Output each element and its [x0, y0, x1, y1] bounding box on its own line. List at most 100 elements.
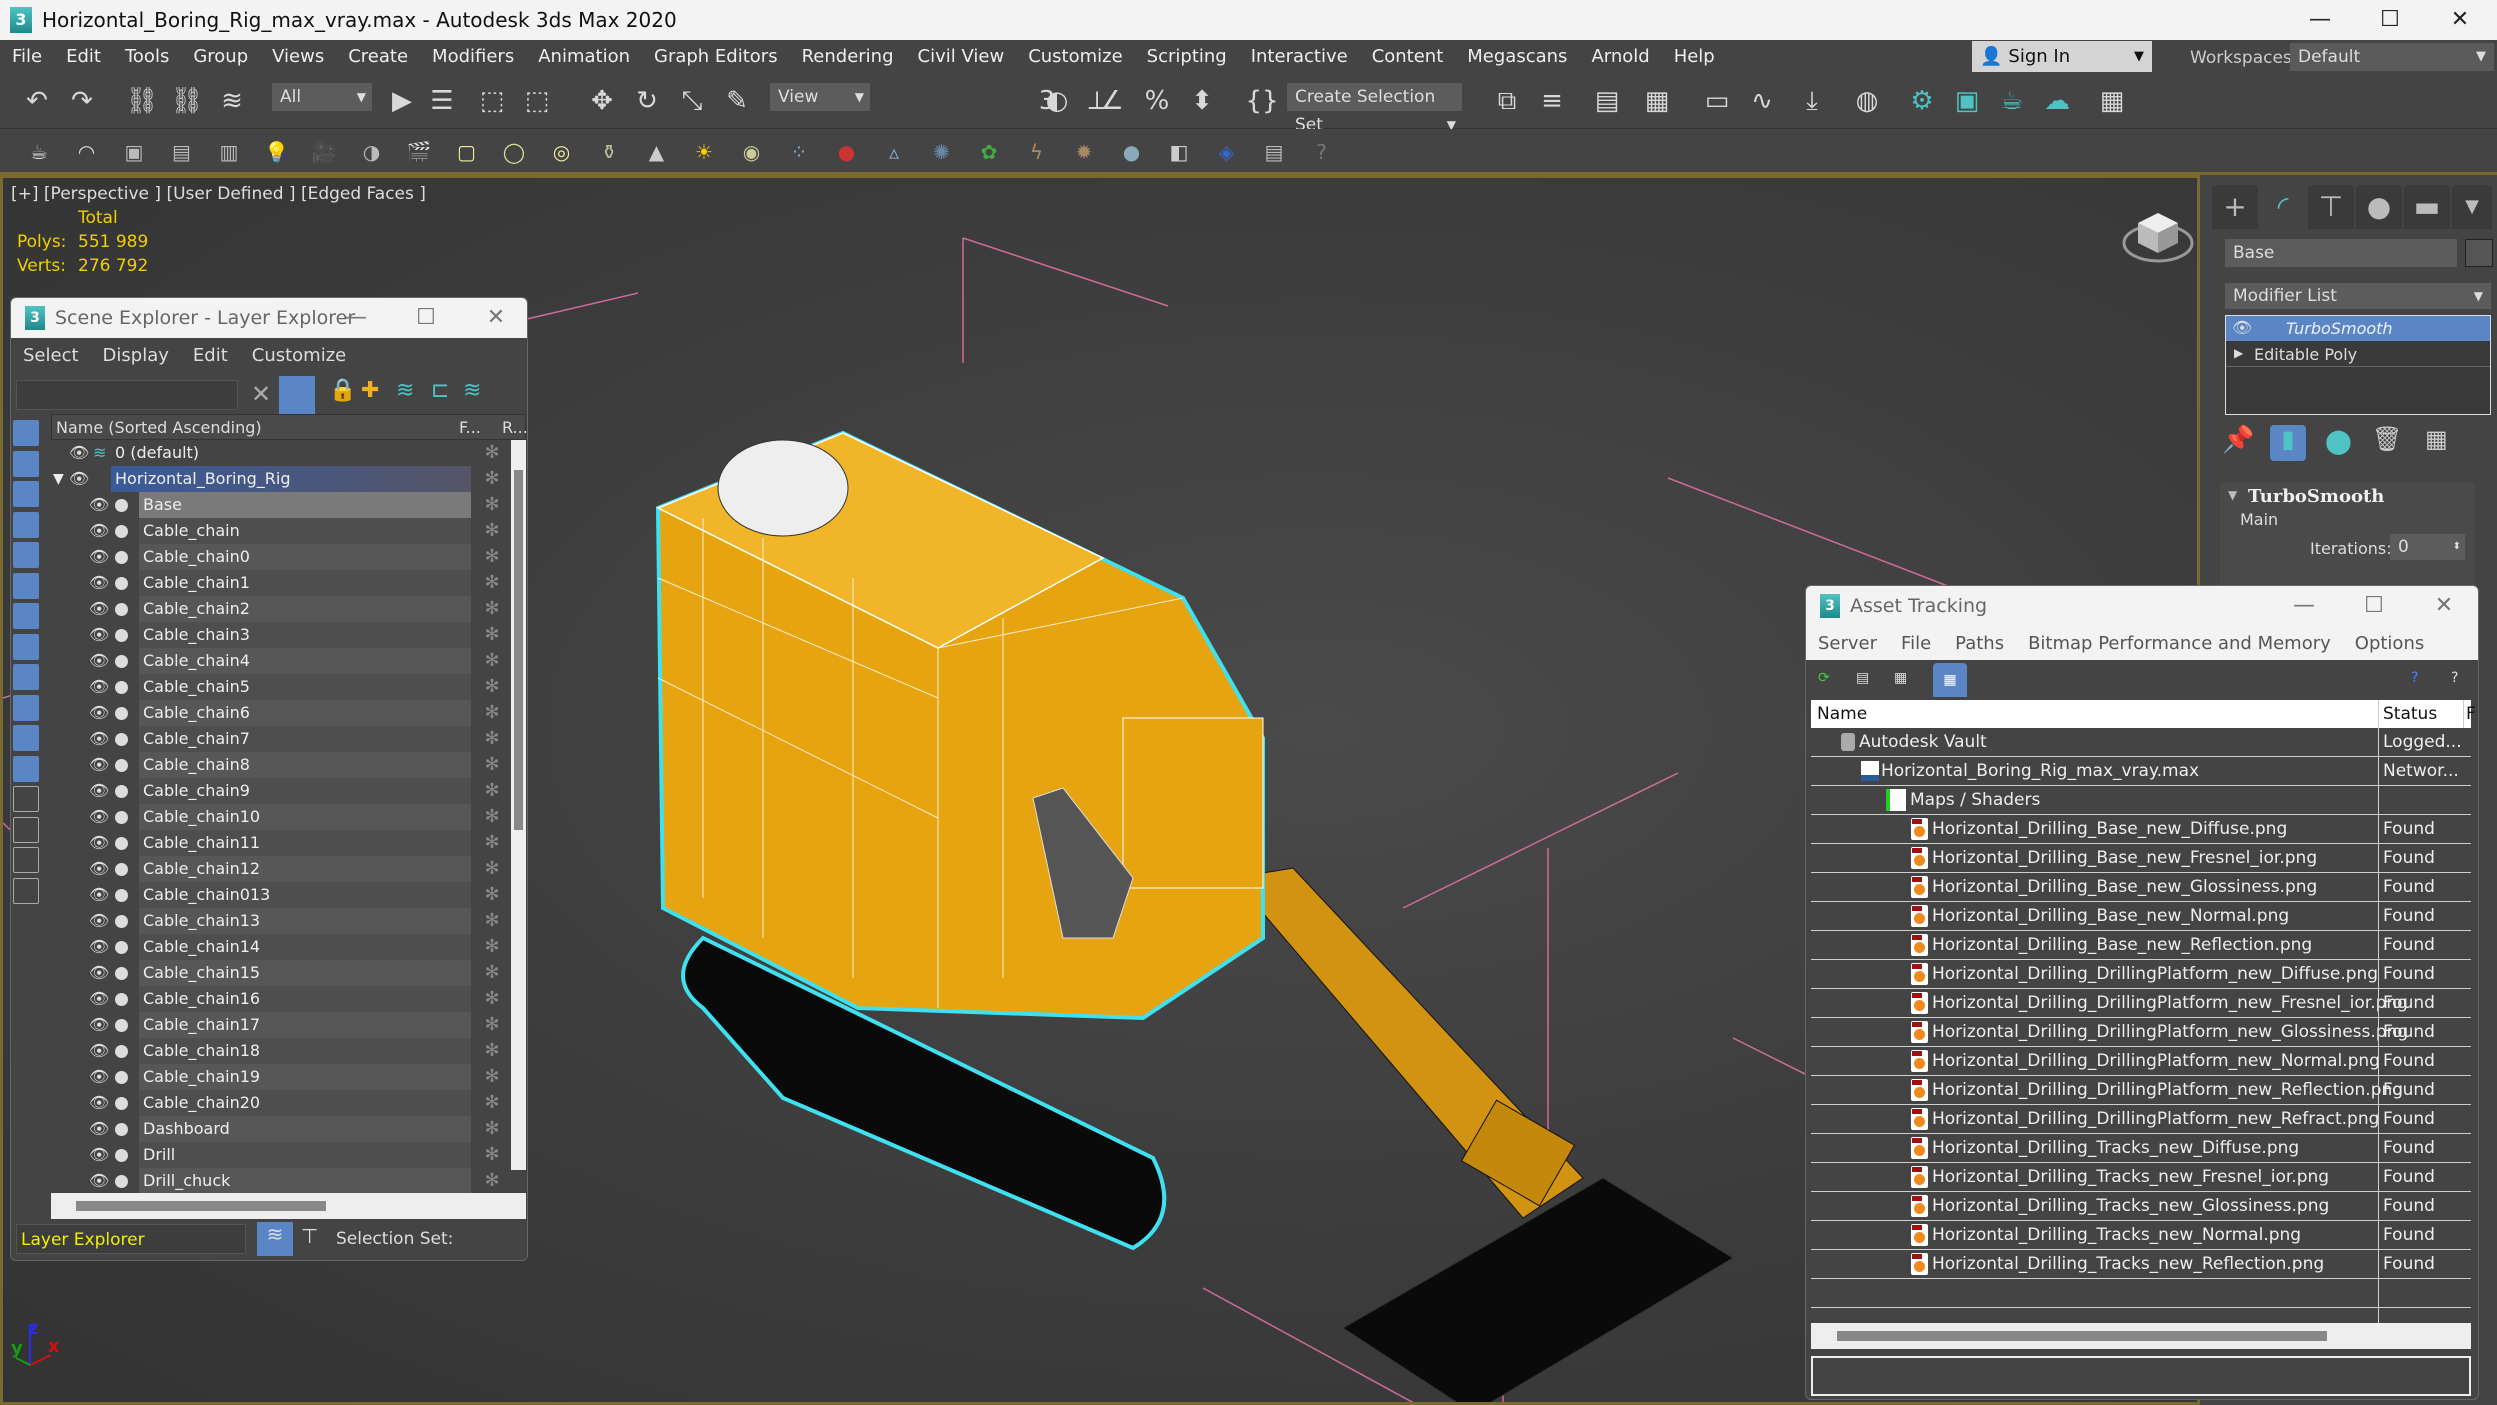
menu-civil-view[interactable]: Civil View [906, 46, 1017, 67]
angle-snap-icon[interactable]: ∠ [1095, 84, 1129, 118]
freeze-icon[interactable]: ✻ [479, 882, 505, 908]
asset-row[interactable]: Horizontal_Drilling_Base_new_Reflection.… [1811, 931, 2471, 960]
eye-icon[interactable]: 👁 [89, 934, 109, 960]
particles-icon[interactable]: ⁘ [782, 135, 816, 169]
cone-light-icon[interactable]: ▲ [640, 135, 674, 169]
window-crossing-icon[interactable]: ⬚ [520, 84, 554, 118]
se-menu-display[interactable]: Display [91, 345, 181, 366]
stack-item-turbosmooth[interactable]: 👁 TurboSmooth [2226, 316, 2490, 341]
tree-icon[interactable]: ▵ [877, 135, 911, 169]
object-row[interactable]: 👁 Cable_chain2 ✻ [51, 596, 511, 622]
menu-content[interactable]: Content [1360, 46, 1456, 67]
asset-row[interactable]: Horizontal_Drilling_Tracks_new_Reflectio… [1811, 1250, 2471, 1279]
object-row[interactable]: 👁 Drill ✻ [51, 1142, 511, 1168]
object-row[interactable]: 👁 Cable_chain11 ✻ [51, 830, 511, 856]
plane-light-icon[interactable]: ▢ [450, 135, 484, 169]
sphere-light-icon[interactable]: ◯ [497, 135, 531, 169]
object-row[interactable]: 👁 Cable_chain18 ✻ [51, 1038, 511, 1064]
object-row[interactable]: 👁 Drill_chuck ✻ [51, 1168, 511, 1194]
freeze-icon[interactable]: ✻ [479, 596, 505, 622]
freeze-icon[interactable]: ✻ [479, 518, 505, 544]
create-tab-icon[interactable]: + [2212, 185, 2258, 229]
object-row[interactable]: 👁 Cable_chain ✻ [51, 518, 511, 544]
object-color-swatch[interactable] [2465, 239, 2493, 267]
object-row[interactable]: 👁 Cable_chain6 ✻ [51, 700, 511, 726]
rollout-title[interactable]: TurboSmooth [2248, 486, 2384, 507]
freeze-icon[interactable]: ✻ [479, 856, 505, 882]
vertical-scrollbar[interactable] [511, 440, 526, 1170]
sun-icon[interactable]: ☀ [687, 135, 721, 169]
material-editor-icon[interactable]: ◍ [1850, 84, 1884, 118]
asset-row[interactable]: Horizontal_Boring_Rig_max_vray.max Netwo… [1811, 757, 2471, 786]
stack-item-editable-poly[interactable]: ▶ Editable Poly [2226, 342, 2490, 367]
iterations-spinner[interactable]: 0 ⬍ [2390, 534, 2465, 560]
freeze-icon[interactable]: ✻ [479, 492, 505, 518]
freeze-icon[interactable]: ✻ [479, 570, 505, 596]
object-row[interactable]: 👁 Dashboard ✻ [51, 1116, 511, 1142]
eye-icon[interactable]: 👁 [89, 986, 109, 1012]
menu-tools[interactable]: Tools [113, 46, 181, 67]
close-button[interactable]: ✕ [2425, 0, 2495, 40]
menu-graph-editors[interactable]: Graph Editors [642, 46, 790, 67]
scrollbar-thumb[interactable] [514, 470, 523, 830]
refresh-icon[interactable]: ⟳ [1818, 670, 1830, 686]
eye-icon[interactable]: 👁 [89, 1064, 109, 1090]
object-row[interactable]: 👁 Cable_chain17 ✻ [51, 1012, 511, 1038]
menu-help[interactable]: Help [1662, 46, 1727, 67]
freeze-icon[interactable]: ✻ [479, 1168, 505, 1194]
asset-row[interactable]: Horizontal_Drilling_Base_new_Fresnel_ior… [1811, 844, 2471, 873]
bounding-icon[interactable]: ◈ [1210, 135, 1244, 169]
eye-icon[interactable]: 👁 [69, 466, 89, 492]
mirror-tool-icon[interactable]: ⧉ [1490, 84, 1524, 118]
object-row[interactable]: 👁 Cable_chain20 ✻ [51, 1090, 511, 1116]
eye-icon[interactable]: 👁 [89, 1038, 109, 1064]
freeze-icon[interactable]: ✻ [479, 544, 505, 570]
at-menu-options[interactable]: Options [2343, 633, 2436, 654]
freeze-icon[interactable]: ✻ [479, 1064, 505, 1090]
object-row[interactable]: 👁 Cable_chain16 ✻ [51, 986, 511, 1012]
layer-row[interactable]: ▼ 👁 ≋ Horizontal_Boring_Rig ✻ [51, 466, 511, 492]
eye-icon[interactable]: 👁 [89, 1012, 109, 1038]
list-icon[interactable]: ▤ [165, 135, 199, 169]
asset-row[interactable]: Horizontal_Drilling_Tracks_new_Normal.pn… [1811, 1221, 2471, 1250]
sign-in-button[interactable]: 👤 Sign In ▼ [1972, 41, 2152, 72]
scale-icon[interactable]: ⤡ [675, 84, 709, 118]
freeze-icon[interactable]: ✻ [479, 804, 505, 830]
helpers-filter-icon[interactable] [13, 542, 39, 568]
snap-3d-icon[interactable]: 3 [1030, 84, 1064, 118]
help-icon[interactable]: ? [2411, 670, 2418, 686]
eye-icon[interactable]: 👁 [89, 648, 109, 674]
asset-row[interactable]: Horizontal_Drilling_DrillingPlatform_new… [1811, 1105, 2471, 1134]
search-input[interactable] [16, 380, 238, 410]
menu-scripting[interactable]: Scripting [1135, 46, 1239, 67]
add-to-layer-icon[interactable]: ≋ [396, 378, 414, 403]
asset-row[interactable]: Horizontal_Drilling_Base_new_Normal.png … [1811, 902, 2471, 931]
object-row[interactable]: 👁 Cable_chain14 ✻ [51, 934, 511, 960]
geometry-filter-icon[interactable] [13, 420, 39, 446]
new-layer-icon[interactable]: ✚ [361, 378, 379, 403]
containers-icon[interactable] [13, 877, 39, 904]
freeze-icon[interactable]: ✻ [479, 622, 505, 648]
minimize-button[interactable]: — [2285, 0, 2355, 40]
undo-icon[interactable]: ↶ [20, 84, 54, 118]
fur-icon[interactable]: ✹ [1067, 135, 1101, 169]
maximize-button[interactable]: ☐ [2339, 586, 2409, 626]
object-row[interactable]: 👁 Cable_chain1 ✻ [51, 570, 511, 596]
grass-icon[interactable]: ✿ [972, 135, 1006, 169]
column-header-status[interactable]: Status [2378, 700, 2437, 728]
object-row[interactable]: 👁 Cable_chain7 ✻ [51, 726, 511, 752]
physical-camera-icon[interactable]: ◑ [355, 135, 389, 169]
object-row[interactable]: 👁 Cable_chain5 ✻ [51, 674, 511, 700]
cameras-filter-icon[interactable] [13, 511, 39, 538]
link-icon[interactable]: ⛓ [125, 84, 159, 118]
spinner-snap-icon[interactable]: ⬍ [1185, 84, 1219, 118]
eye-icon[interactable]: 👁 [89, 518, 109, 544]
spacewarps-filter-icon[interactable] [13, 572, 39, 599]
render-setup-icon[interactable]: ⚙ [1905, 84, 1939, 118]
asset-row[interactable]: Horizontal_Drilling_DrillingPlatform_new… [1811, 1018, 2471, 1047]
eye-icon[interactable]: 👁 [89, 492, 109, 518]
freeze-icon[interactable]: ✻ [479, 908, 505, 934]
se-menu-edit[interactable]: Edit [181, 345, 240, 366]
edit-named-selection-icon[interactable]: {} [1245, 84, 1279, 118]
filter-settings-icon[interactable] [13, 816, 39, 843]
